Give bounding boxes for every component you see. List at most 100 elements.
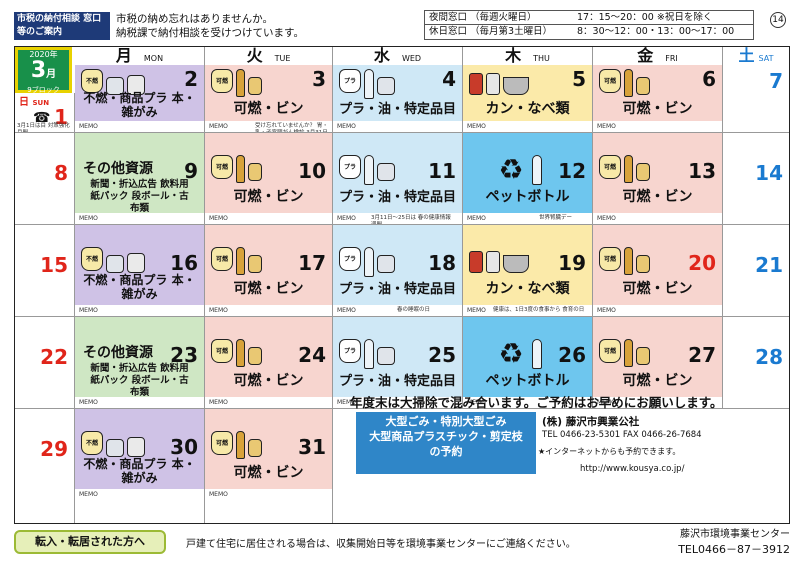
- company-phone: TEL 0466-23-5301 FAX 0466-26-7684: [542, 430, 702, 440]
- special-item-icon: [377, 347, 395, 365]
- memo-label: MEMO: [79, 399, 98, 406]
- collection-label: 可燃・ビン: [233, 189, 304, 205]
- item-icons: プラ: [339, 69, 395, 99]
- holiday-window-row: 休日窓口 （毎月第3土曜日） 8：30～12：00・13：00～17：00: [425, 25, 753, 39]
- memo-label: MEMO: [597, 123, 616, 130]
- item-icons: 可燃: [211, 431, 262, 459]
- memo-label: MEMO: [79, 123, 98, 130]
- plastic-bag-icon: プラ: [339, 247, 361, 271]
- day-number: 30: [170, 435, 198, 459]
- day-note: 受け忘れていませんか？ 胃・乳・子宮頸がん検診 3月31日まで: [255, 123, 328, 133]
- day-cell-14[interactable]: 14: [723, 133, 789, 225]
- item-icons: 不燃: [81, 431, 145, 457]
- dow-tue-en: TUE: [274, 54, 291, 63]
- dow-sat-en: SAT: [758, 54, 774, 63]
- day-cell-22[interactable]: 22: [15, 317, 75, 409]
- jar-icon: [248, 439, 262, 457]
- day-cell-16[interactable]: 不燃 16 不燃・商品プラ 本・雑がみ MEMO: [75, 225, 205, 317]
- can-icon: [469, 73, 483, 95]
- collection-label: 可燃・ビン: [233, 281, 304, 297]
- item-icons: 不燃: [81, 247, 145, 273]
- move-in-tag: 転入・転居された方へ: [14, 530, 166, 554]
- day-cell-24[interactable]: 可燃 24 可燃・ビン MEMO: [205, 317, 333, 409]
- burnable-bag-icon: 可燃: [211, 339, 233, 363]
- bulky-waste-line1: 大型ごみ・特別大型ごみ: [385, 415, 507, 428]
- day-cell-13[interactable]: 可燃 13 可燃・ビン MEMO: [593, 133, 723, 225]
- collection-label: 可燃・ビン: [233, 465, 304, 481]
- collection-label: 可燃・ビン: [622, 189, 693, 205]
- item-icons: ♻: [493, 155, 542, 185]
- dow-tue: 火 TUE: [205, 47, 333, 65]
- collection-sublabel: 新聞・折込広告 飲料用紙パック 段ボール・古布類: [90, 363, 189, 398]
- collection-label: 不燃・商品プラ 本・雑がみ: [83, 457, 196, 485]
- item-icons: プラ: [339, 155, 395, 185]
- collection-label: カン・なべ類: [485, 101, 570, 117]
- collection-label: 可燃・ビン: [622, 281, 693, 297]
- item-icons: 可燃: [599, 339, 650, 367]
- bulky-waste-box: 大型ごみ・特別大型ごみ 大型商品プラスチック・剪定枝 の予約: [356, 412, 536, 474]
- dow-wed: 水 WED: [333, 47, 463, 65]
- special-item-icon: [377, 163, 395, 181]
- memo-label: MEMO: [597, 215, 616, 222]
- sun-label: 日 SUN: [19, 93, 49, 108]
- pet-bottle-icon: [532, 339, 542, 369]
- memo-label: MEMO: [79, 307, 98, 314]
- night-window-time: 17：15～20：00 ※祝日を除く: [577, 12, 713, 23]
- dow-wed-jp: 水: [373, 46, 390, 65]
- recycle-icon: ♻: [498, 337, 524, 370]
- company-url[interactable]: http://www.kousya.co.jp/: [580, 464, 684, 474]
- day-cell-6[interactable]: 可燃 6 可燃・ビン MEMO: [593, 65, 723, 133]
- jar-icon: [248, 163, 262, 181]
- special-item-icon: [377, 255, 395, 273]
- dow-thu-en: THU: [533, 54, 550, 63]
- day-number: 19: [558, 251, 586, 275]
- jar-icon: [248, 347, 262, 365]
- day-cell-7[interactable]: 7: [723, 65, 789, 133]
- memo-label: MEMO: [209, 491, 228, 498]
- burnable-bag-icon: 可燃: [211, 69, 233, 93]
- day-cell-29[interactable]: 29: [15, 409, 75, 523]
- recycle-icon: ♻: [498, 153, 524, 186]
- plastic-box-icon: [106, 439, 124, 457]
- can-icon: [469, 251, 483, 273]
- day-cell-31[interactable]: 可燃 31 可燃・ビン MEMO: [205, 409, 333, 523]
- day-cell-19[interactable]: 19 カン・なべ類 MEMO 健康は、1日3度の食事から 食育の日: [463, 225, 593, 317]
- collection-label: 可燃・ビン: [233, 373, 304, 389]
- day-cell-18[interactable]: プラ 18 プラ・油・特定品目 MEMO 春の睡眠の日: [333, 225, 463, 317]
- day-cell-9[interactable]: 9 その他資源 新聞・折込広告 飲料用紙パック 段ボール・古布類 MEMO: [75, 133, 205, 225]
- day-cell-1[interactable]: 日 SUN ☎ 1 3月1日は目 対策強化月間: [15, 93, 75, 133]
- day-cell-8[interactable]: 8: [15, 133, 75, 225]
- can-icon: [486, 73, 500, 95]
- day-cell-2[interactable]: 不燃 2 不燃・商品プラ 本・雑がみ MEMO: [75, 65, 205, 133]
- day-number: 31: [298, 435, 326, 459]
- tax-message-line1: 市税の納め忘れはありませんか。: [116, 13, 273, 25]
- night-window-row: 夜間窓口 （毎週火曜日） 17：15～20：00 ※祝日を除く: [425, 11, 753, 25]
- collection-label: ペットボトル: [485, 189, 570, 205]
- day-cell-21[interactable]: 21: [723, 225, 789, 317]
- bulky-waste-line3: の予約: [429, 445, 463, 458]
- day-cell-20[interactable]: 可燃 20 可燃・ビン MEMO: [593, 225, 723, 317]
- bottle-icon: [624, 155, 633, 183]
- day-cell-11[interactable]: プラ 11 プラ・油・特定品目 MEMO 3月11日～25日は 春の健康情報週間: [333, 133, 463, 225]
- tax-message: 市税の納め忘れはありませんか。 納税課で納付相談を受けつけています。: [116, 12, 406, 40]
- burnable-bag-icon: 可燃: [211, 247, 233, 271]
- day-number: 3: [312, 67, 326, 91]
- day-cell-10[interactable]: 可燃 10 可燃・ビン MEMO: [205, 133, 333, 225]
- collection-label: カン・なべ類: [485, 281, 570, 297]
- day-cell-23[interactable]: 23 その他資源 新聞・折込広告 飲料用紙パック 段ボール・古布類 MEMO: [75, 317, 205, 409]
- day-cell-3[interactable]: 可燃 3 可燃・ビン MEMO 受け忘れていませんか？ 胃・乳・子宮頸がん検診 …: [205, 65, 333, 133]
- day-cell-15[interactable]: 15: [15, 225, 75, 317]
- month-badge: 2020年 3月 9ブロック: [15, 47, 72, 94]
- day-cell-12[interactable]: ♻ 12 ペットボトル MEMO 世界腎臓デー: [463, 133, 593, 225]
- paper-book-icon: [127, 437, 145, 457]
- collection-label: 可燃・ビン: [233, 101, 304, 117]
- nonburnable-bag-icon: 不燃: [81, 69, 103, 93]
- day-cell-30[interactable]: 不燃 30 不燃・商品プラ 本・雑がみ MEMO: [75, 409, 205, 523]
- day-cell-4[interactable]: プラ 4 プラ・油・特定品目 MEMO: [333, 65, 463, 133]
- day-cell-17[interactable]: 可燃 17 可燃・ビン MEMO: [205, 225, 333, 317]
- night-window-label: 夜間窓口 （毎週火曜日）: [429, 12, 537, 23]
- day-number: 29: [40, 437, 68, 461]
- day-cell-5[interactable]: 5 カン・なべ類 MEMO: [463, 65, 593, 133]
- sun-label-en: SUN: [32, 99, 50, 107]
- item-icons: [469, 247, 529, 273]
